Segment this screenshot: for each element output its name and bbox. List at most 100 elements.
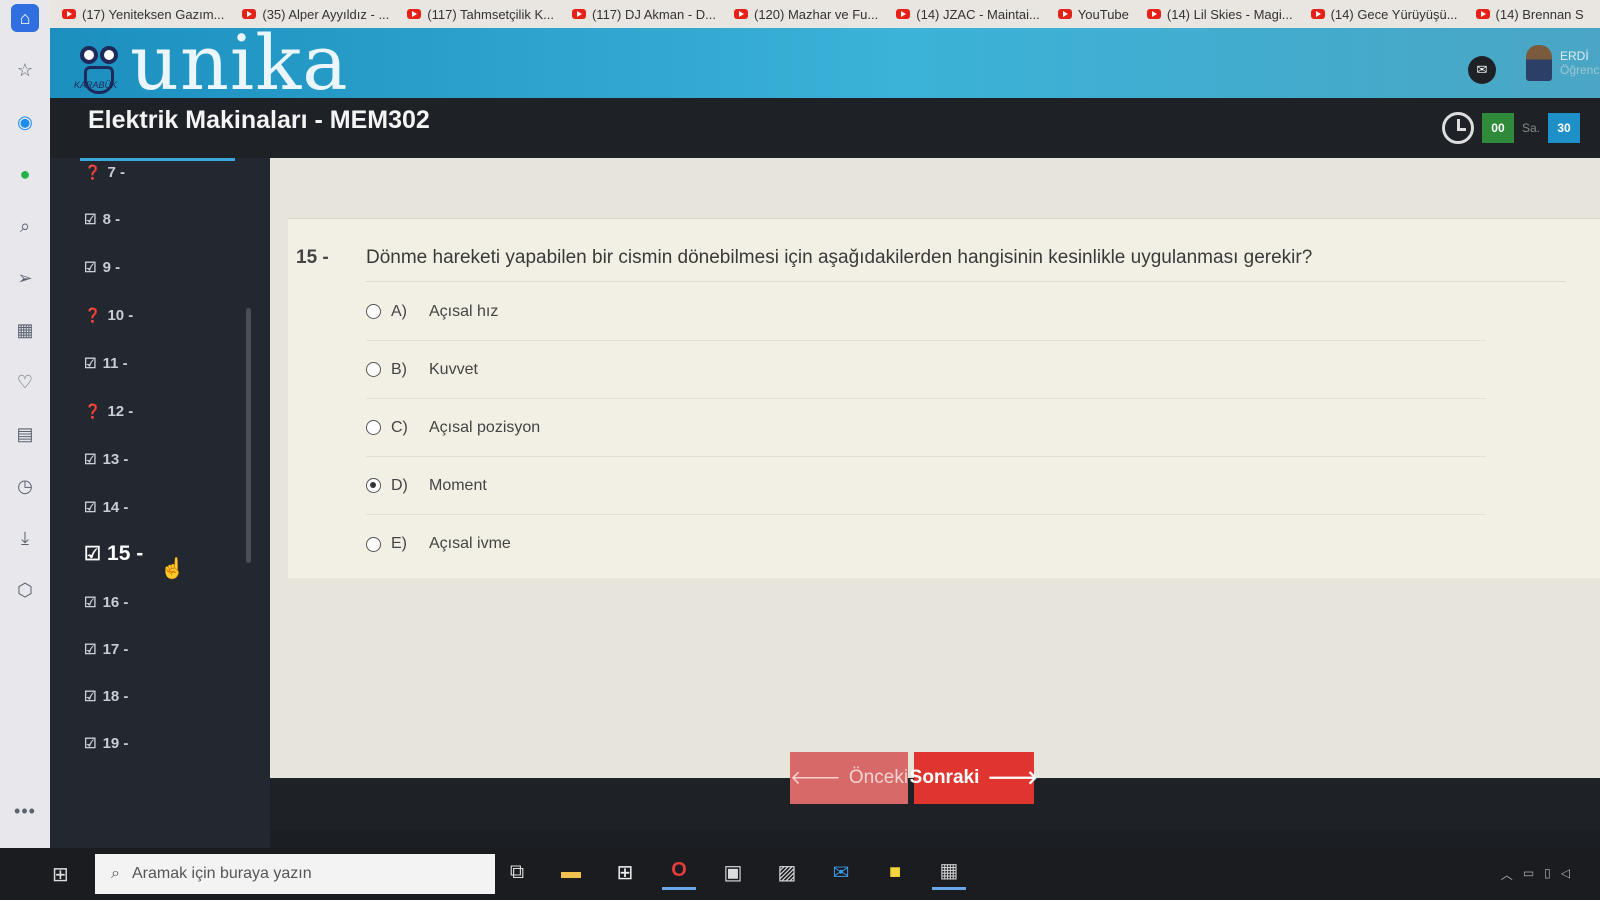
news-icon[interactable]: ▤ — [11, 420, 39, 448]
whatsapp-icon[interactable]: ● — [11, 160, 39, 188]
question-nav-item[interactable]: ☑ 9 - — [84, 259, 120, 276]
envelope-icon[interactable]: ✉ — [1468, 56, 1496, 84]
send-icon[interactable]: ➢ — [11, 264, 39, 292]
youtube-icon — [62, 9, 76, 19]
answer-option-b[interactable]: B) Kuvvet — [366, 341, 1486, 399]
bookmark[interactable]: (117) Tahmsetçilik K... — [407, 7, 554, 22]
checkbox-checked-icon: ☑ — [84, 499, 97, 515]
bookmark[interactable]: (120) Mazhar ve Fu... — [733, 7, 878, 22]
radio-button[interactable] — [366, 362, 381, 377]
sticky-notes-icon[interactable]: ■ — [878, 854, 912, 890]
checkbox-checked-icon: ☑ — [84, 735, 97, 751]
option-text: Açısal ivme — [429, 535, 511, 552]
youtube-icon — [1146, 9, 1161, 19]
timer-hours-label: Sa. — [1521, 121, 1540, 135]
question-card: 15 - Dönme hareketi yapabilen bir cismin… — [288, 218, 1600, 578]
header-right: ✉ ERDİ Öğrenci — [1468, 42, 1600, 84]
exam-timer: 00 Sa. 30 — [1441, 112, 1580, 144]
question-nav-item[interactable]: ❓ 12 - — [84, 403, 133, 420]
question-nav-item[interactable]: ☑ 17 - — [84, 641, 128, 658]
navigator-scrollbar[interactable] — [246, 308, 251, 563]
checkbox-checked-icon: ☑ — [84, 355, 97, 371]
question-area: 15 - Dönme hareketi yapabilen bir cismin… — [270, 158, 1600, 778]
apps-icon[interactable]: ▦ — [11, 316, 39, 344]
course-titlebar: Elektrik Makinaları - MEM302 00 Sa. 30 — [50, 98, 1600, 158]
chevron-up-icon[interactable]: ︿ — [1501, 866, 1513, 883]
question-nav-item[interactable]: ☑ 8 - — [84, 211, 120, 228]
logo[interactable]: KARABÜK unika — [70, 25, 349, 101]
battery-icon[interactable]: ▭ — [1523, 866, 1534, 883]
bookmark[interactable]: (117) DJ Akman - D... — [571, 7, 716, 22]
store-icon[interactable]: ⊞ — [608, 854, 642, 890]
heart-icon[interactable]: ♡ — [11, 368, 39, 396]
answer-option-d[interactable]: D) Moment — [366, 457, 1486, 515]
answer-option-a[interactable]: A) Açısal hız — [366, 283, 1486, 341]
question-nav-item[interactable]: ☑ 19 - — [84, 735, 128, 752]
question-mark-icon: ❓ — [84, 307, 102, 323]
bookmark[interactable]: (14) Gece Yürüyüşü... — [1310, 7, 1458, 22]
question-nav-item[interactable]: ☑ 16 - — [84, 594, 128, 611]
option-text: Açısal hız — [429, 302, 499, 320]
question-text: Dönme hareketi yapabilen bir cismin döne… — [366, 247, 1313, 268]
checkbox-checked-icon: ☑ — [84, 259, 97, 275]
question-nav-item[interactable]: ☑ 13 - — [84, 451, 128, 468]
taskbar-search[interactable]: ⌕ Aramak için buraya yazın — [95, 854, 495, 894]
favorites-icon[interactable]: ☆ — [11, 56, 39, 84]
history-icon[interactable]: ◷ — [11, 472, 39, 500]
answer-option-e[interactable]: E) Açısal ivme — [366, 515, 1486, 573]
youtube-icon — [896, 9, 911, 19]
question-nav-item[interactable]: ❓ 10 - — [84, 307, 133, 324]
home-icon[interactable]: ⌂ — [11, 4, 39, 32]
network-icon[interactable]: ▯ — [1544, 866, 1551, 883]
volume-icon[interactable]: ◁ — [1561, 866, 1570, 883]
next-button[interactable]: Sonraki 🡒 — [910, 752, 1038, 804]
checkbox-checked-icon: ☑ — [84, 594, 97, 610]
previous-button[interactable]: 🡐 Önceki — [790, 752, 908, 804]
checkbox-checked-icon: ☑ — [84, 641, 97, 657]
app-header: KARABÜK unika ✉ ERDİ Öğrenci — [50, 25, 1600, 101]
youtube-icon — [1475, 9, 1490, 19]
question-nav-item[interactable]: ☑ 11 - — [84, 355, 128, 372]
checkbox-checked-icon: ☑ — [84, 688, 97, 704]
bookmark[interactable]: YouTube — [1057, 7, 1129, 22]
bookmark[interactable]: (14) Lil Skies - Magi... — [1146, 7, 1293, 22]
app-icon[interactable]: ▣ — [716, 854, 750, 890]
search-icon[interactable]: ⌕ — [11, 212, 39, 240]
youtube-icon — [571, 9, 586, 19]
youtube-icon — [1057, 9, 1072, 19]
messenger-icon[interactable]: ◉ — [11, 108, 39, 136]
radio-button[interactable] — [366, 536, 381, 552]
radio-button[interactable] — [366, 304, 381, 319]
bookmark[interactable]: (14) JZAC - Maintai... — [896, 7, 1040, 22]
question-nav-item[interactable]: ☑ 18 - — [84, 688, 128, 705]
question-nav-item[interactable]: ❓ 7 - — [84, 164, 125, 181]
more-icon[interactable]: ••• — [14, 801, 36, 822]
bookmark[interactable]: (14) Brennan S — [1475, 7, 1584, 22]
photos-icon[interactable]: ▨ — [770, 854, 804, 890]
answer-option-c[interactable]: C) Açısal pozisyon — [366, 399, 1486, 457]
search-icon: ⌕ — [111, 865, 120, 882]
taskbar-apps: ⧉ ▬ ⊞ O ▣ ▨ ✉ ■ ▦ — [500, 854, 966, 890]
mail-icon[interactable]: ✉ — [824, 854, 858, 890]
option-text: Açısal pozisyon — [429, 418, 541, 436]
calculator-icon[interactable]: ▦ — [932, 854, 966, 890]
question-navigator: ❓ 7 - ☑ 8 - ☑ 9 - ❓ 10 - ☑ 11 - ❓ 12 - ☑ 13 - ☑… — [50, 158, 270, 858]
download-icon[interactable]: ⤓ — [11, 524, 39, 552]
question-nav-item[interactable]: ☑ 14 - — [84, 499, 128, 516]
user-menu[interactable]: ERDİ Öğrenci — [1526, 45, 1600, 81]
avatar — [1526, 45, 1552, 81]
file-explorer-icon[interactable]: ▬ — [554, 854, 588, 890]
radio-button-selected[interactable] — [366, 478, 381, 493]
question-nav-item-current[interactable]: ☑ 15 - — [84, 542, 143, 566]
arrow-right-icon: 🡒 — [987, 768, 1039, 789]
screen: (17) Yeniteksen Gazım... (35) Alper Ayyı… — [0, 0, 1600, 900]
opera-browser-icon[interactable]: O — [662, 854, 696, 890]
timer-hours: 00 — [1481, 113, 1514, 143]
browser-sidebar: ⌂ ☆ ◉ ● ⌕ ➢ ▦ ♡ ▤ ◷ ⤓ ⬡ ••• — [0, 0, 50, 900]
radio-button[interactable] — [366, 420, 381, 435]
course-title: Elektrik Makinaları - MEM302 — [88, 106, 430, 134]
task-view-icon[interactable]: ⧉ — [500, 854, 534, 890]
user-role: Öğrenci — [1560, 63, 1600, 77]
box-icon[interactable]: ⬡ — [11, 576, 39, 604]
windows-start-icon[interactable]: ⊞ — [52, 862, 76, 886]
